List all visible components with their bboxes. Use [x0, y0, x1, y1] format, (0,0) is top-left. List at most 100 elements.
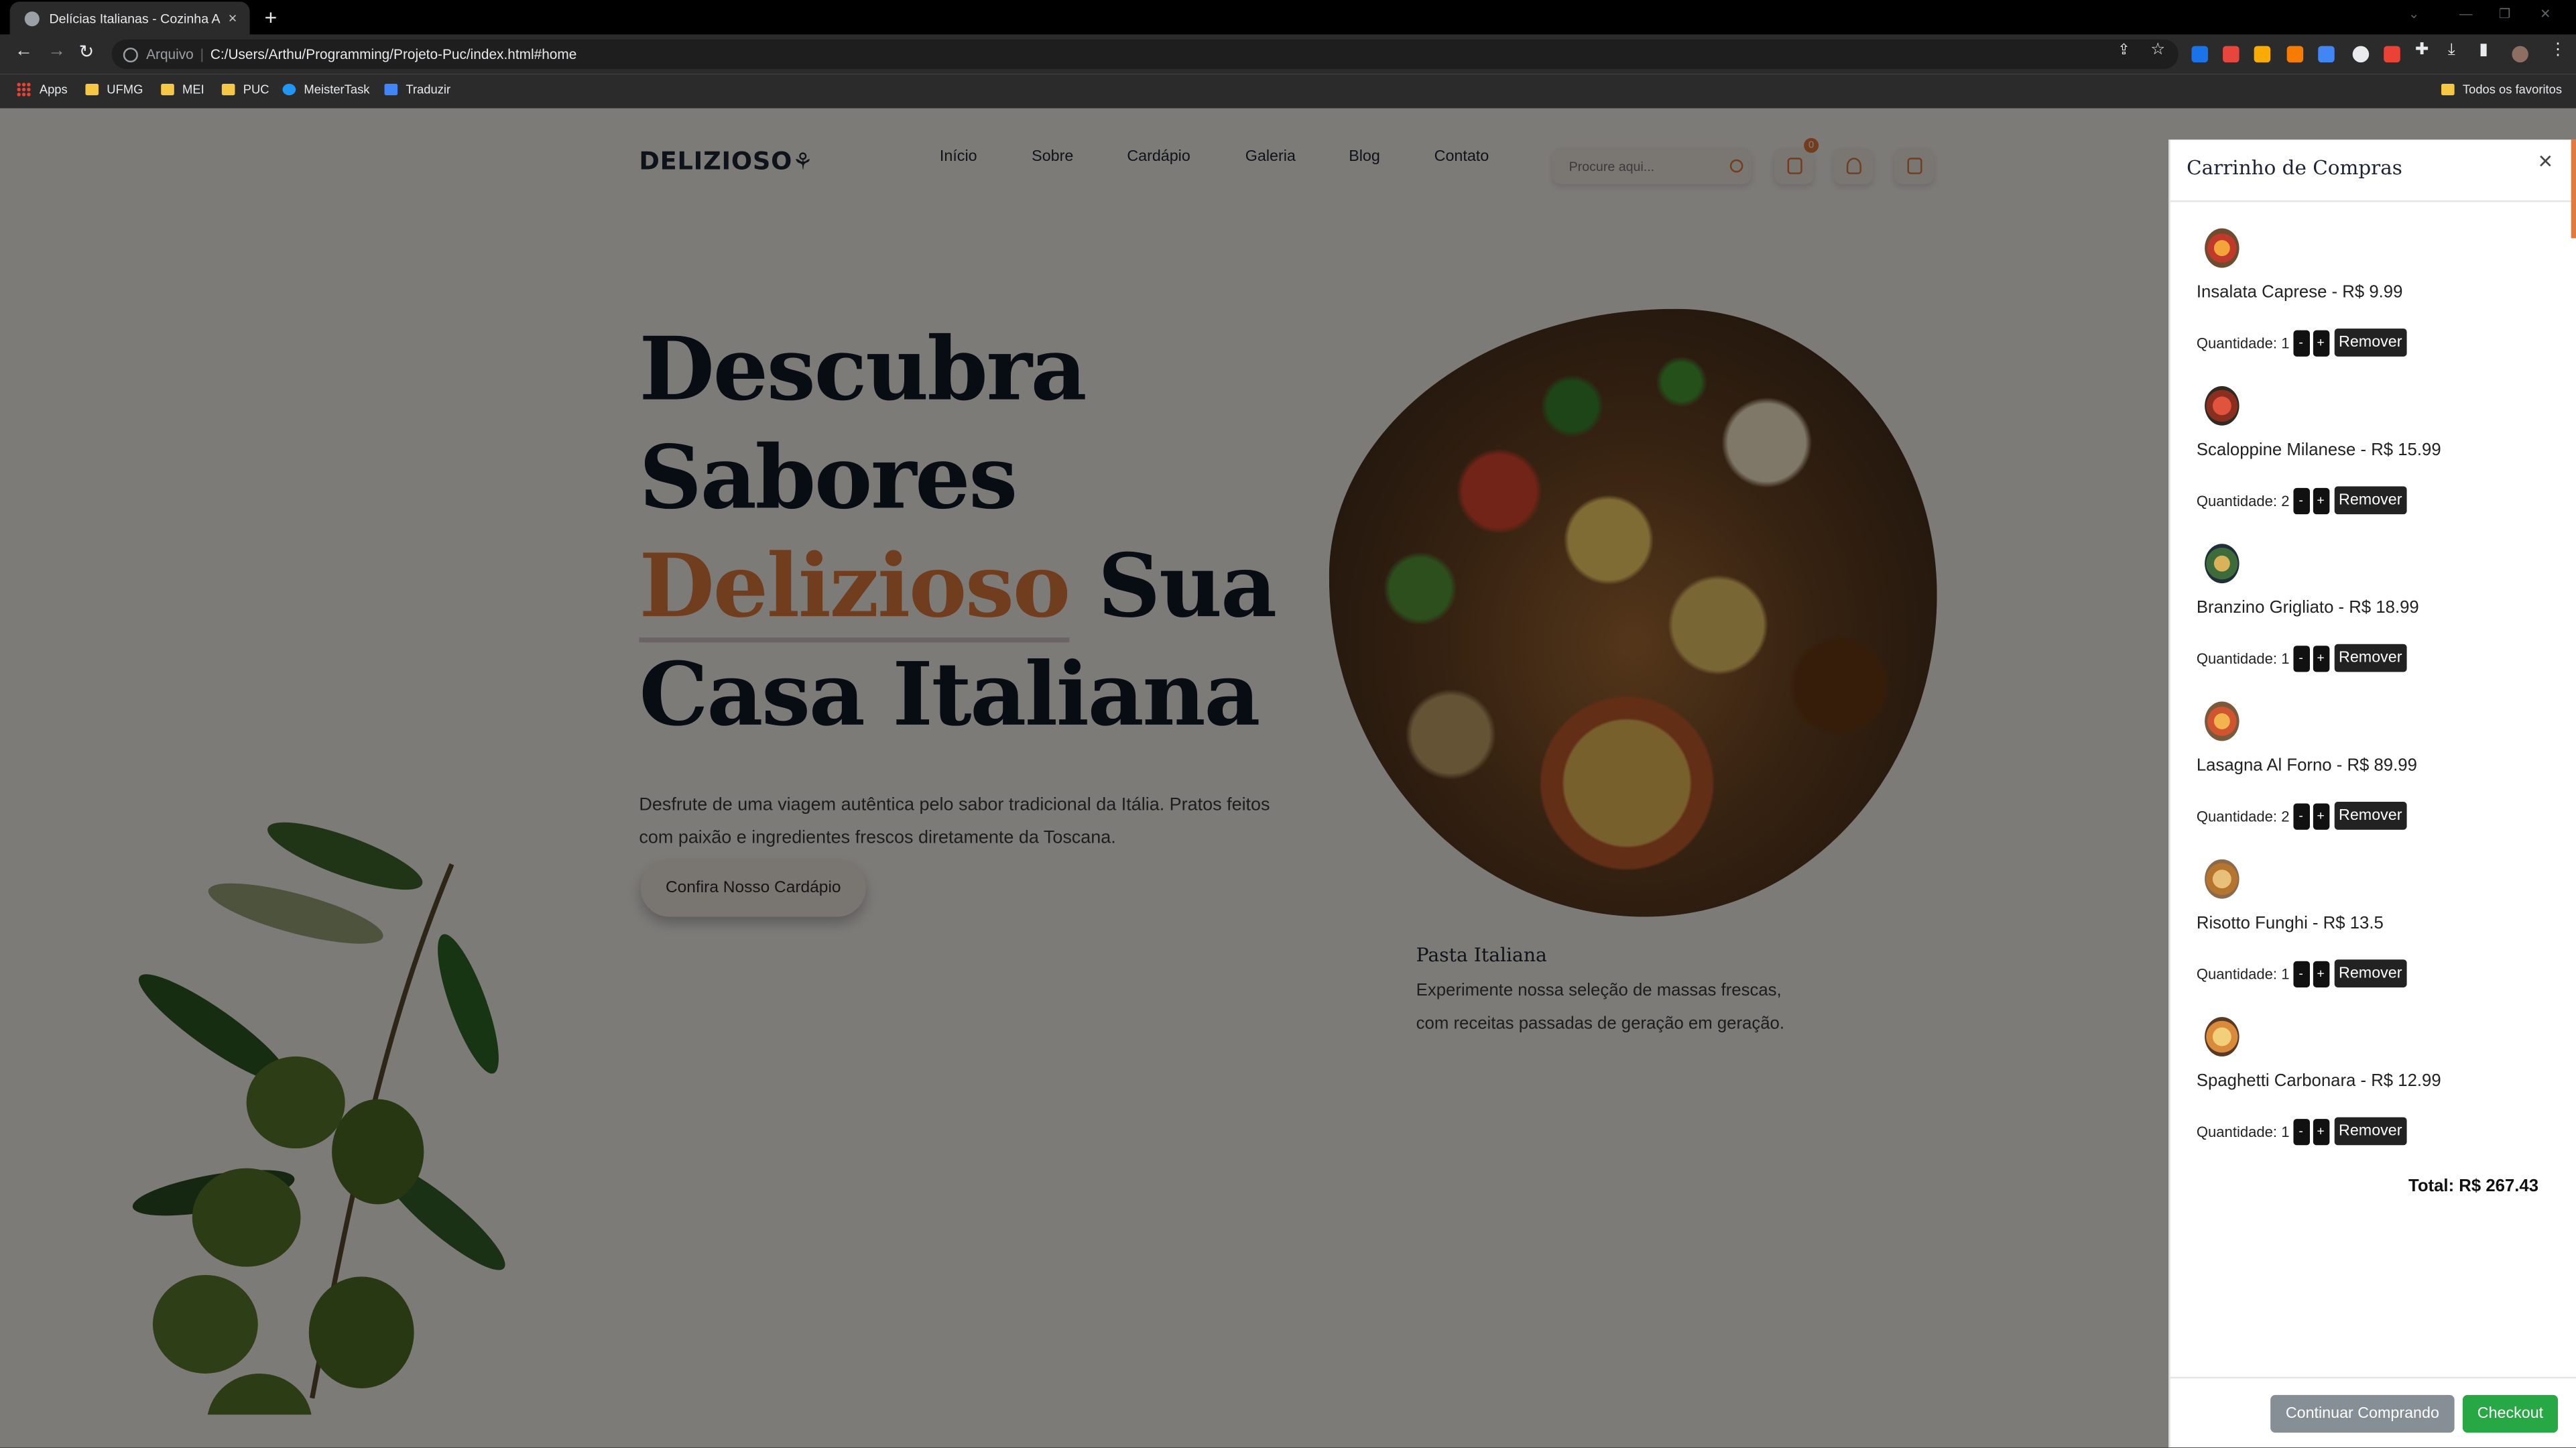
cart-item-name: Scaloppine Milanese - R$ 15.99: [2196, 440, 2441, 461]
extension-icon[interactable]: [2318, 46, 2335, 63]
remove-button[interactable]: Remover: [2333, 328, 2407, 357]
quantity-row: Quantidade: 2 - + Remover: [2196, 486, 2407, 515]
share-icon[interactable]: ⇪: [2118, 41, 2130, 59]
cart-item-name: Insalata Caprese - R$ 9.99: [2196, 282, 2403, 302]
folder-icon: [85, 83, 99, 96]
reload-icon[interactable]: ↻: [79, 41, 95, 62]
browser-tab[interactable]: Delícias Italianas - Cozinha Autê ×: [9, 1, 250, 35]
dish-thumbnail: [2205, 544, 2240, 584]
remove-button[interactable]: Remover: [2333, 486, 2407, 515]
quantity-row: Quantidade: 1 - + Remover: [2197, 644, 2407, 672]
dish-thumbnail: [2205, 228, 2240, 268]
minimize-icon[interactable]: —: [2459, 7, 2473, 21]
increase-button[interactable]: +: [2312, 487, 2329, 514]
dish-thumbnail: [2205, 701, 2240, 741]
cart-item-name: Branzino Grigliato - R$ 18.99: [2196, 598, 2419, 618]
extension-icon[interactable]: [2384, 46, 2400, 63]
bookmark-meistertask[interactable]: MeisterTask: [282, 82, 369, 97]
back-icon[interactable]: ←: [15, 41, 33, 60]
decrease-button[interactable]: -: [2292, 802, 2309, 829]
maximize-icon[interactable]: ❐: [2499, 7, 2511, 21]
quantity-row: Quantidade: 1 - + Remover: [2197, 959, 2407, 987]
increase-button[interactable]: +: [2312, 644, 2329, 672]
tab-strip: Delícias Italianas - Cozinha Autê × + ⌄ …: [0, 0, 2576, 35]
avatar[interactable]: [2512, 46, 2528, 63]
menu-icon[interactable]: ⋮: [2550, 41, 2567, 59]
folder-icon: [2441, 83, 2455, 96]
scrollbar[interactable]: [2571, 139, 2576, 239]
bookmark-apps[interactable]: Apps: [16, 82, 68, 97]
increase-button[interactable]: +: [2312, 960, 2329, 987]
bookmarks-bar: Apps UFMG MEI PUC MeisterTask Traduzir T…: [0, 74, 2576, 111]
quantity-value: 1: [2281, 650, 2290, 666]
new-tab-button[interactable]: +: [265, 5, 278, 29]
decrease-button[interactable]: -: [2292, 644, 2309, 672]
bookmark-ufmg[interactable]: UFMG: [85, 82, 143, 97]
quantity-row: Quantidade: 1 - + Remover: [2197, 328, 2407, 357]
quantity-label: Quantidade:: [2196, 807, 2278, 825]
bookmark-label: MEI: [182, 82, 204, 97]
bookmark-label: Traduzir: [406, 82, 451, 97]
bookmark-puc[interactable]: PUC: [221, 82, 269, 97]
cart-footer: Continuar Comprando Checkout: [2170, 1376, 2576, 1447]
remove-button[interactable]: Remover: [2333, 1117, 2407, 1146]
tab-title: Delícias Italianas - Cozinha Autê: [49, 10, 221, 25]
bookmark-label: UFMG: [107, 82, 143, 97]
extension-icon[interactable]: [2191, 46, 2209, 63]
quantity-label: Quantidade:: [2196, 492, 2278, 509]
quantity-value: 2: [2281, 807, 2290, 825]
decrease-button[interactable]: -: [2292, 960, 2309, 987]
increase-button[interactable]: +: [2312, 1118, 2329, 1145]
increase-button[interactable]: +: [2312, 329, 2329, 356]
quantity-row: Quantidade: 1 - + Remover: [2197, 1117, 2407, 1146]
forward-icon[interactable]: →: [48, 41, 66, 60]
extension-icon[interactable]: [2352, 46, 2370, 63]
browser-toolbar: ← → ↻ Arquivo | C:/Users/Arthu/Programmi…: [0, 34, 2576, 74]
quantity-label: Quantidade:: [2196, 965, 2278, 982]
window-close-icon[interactable]: ✕: [2540, 7, 2551, 21]
remove-button[interactable]: Remover: [2333, 644, 2407, 672]
remove-button[interactable]: Remover: [2333, 802, 2407, 830]
checkout-button[interactable]: Checkout: [2462, 1394, 2559, 1433]
cart-header: Carrinho de Compras ×: [2170, 139, 2576, 202]
close-icon[interactable]: ×: [2538, 148, 2553, 176]
bookmark-traduzir[interactable]: Traduzir: [384, 82, 451, 97]
puzzle-icon[interactable]: ✚: [2415, 41, 2429, 59]
omnibox-prefix: Arquivo: [146, 46, 194, 63]
remove-button[interactable]: Remover: [2333, 959, 2407, 987]
chevron-down-icon[interactable]: ⌄: [2408, 7, 2419, 21]
quantity-label: Quantidade:: [2196, 650, 2278, 666]
folder-icon: [161, 83, 174, 96]
bookmark-mei[interactable]: MEI: [161, 82, 204, 97]
close-tab-icon[interactable]: ×: [229, 10, 237, 27]
url-text[interactable]: C:/Users/Arthu/Programming/Projeto-Puc/i…: [210, 46, 577, 63]
cart-item-name: Spaghetti Carbonara - R$ 12.99: [2196, 1071, 2441, 1091]
decrease-button[interactable]: -: [2292, 329, 2309, 356]
quantity-value: 1: [2281, 334, 2290, 351]
check-icon: [282, 83, 296, 96]
address-bar[interactable]: Arquivo | C:/Users/Arthu/Programming/Pro…: [111, 39, 2179, 69]
adblock-icon[interactable]: [2223, 46, 2240, 63]
cart-title: Carrinho de Compras: [2187, 156, 2402, 180]
cart-total: Total: R$ 267.43: [2408, 1176, 2539, 1197]
quantity-value: 1: [2281, 1123, 2290, 1140]
cart-item-name: Risotto Funghi - R$ 13.5: [2196, 913, 2384, 934]
continue-shopping-button[interactable]: Continuar Comprando: [2270, 1394, 2455, 1433]
dish-thumbnail: [2205, 385, 2240, 426]
decrease-button[interactable]: -: [2292, 1118, 2309, 1145]
all-bookmarks[interactable]: Todos os favoritos: [2441, 82, 2562, 97]
globe-icon: [24, 10, 40, 25]
apps-icon: [16, 82, 32, 97]
dish-thumbnail: [2205, 859, 2240, 899]
sidepanel-icon[interactable]: ▮: [2479, 41, 2488, 59]
extension-icon[interactable]: [2254, 46, 2271, 63]
star-icon[interactable]: ☆: [2150, 41, 2165, 59]
decrease-button[interactable]: -: [2292, 487, 2309, 514]
quantity-value: 1: [2281, 965, 2290, 982]
cart-item-name: Lasagna Al Forno - R$ 89.99: [2196, 756, 2417, 776]
info-icon[interactable]: [123, 46, 138, 62]
bookmark-label: Apps: [39, 82, 68, 97]
extension-icon[interactable]: [2286, 46, 2304, 63]
download-icon[interactable]: ⤓: [2448, 41, 2455, 59]
increase-button[interactable]: +: [2312, 802, 2329, 829]
